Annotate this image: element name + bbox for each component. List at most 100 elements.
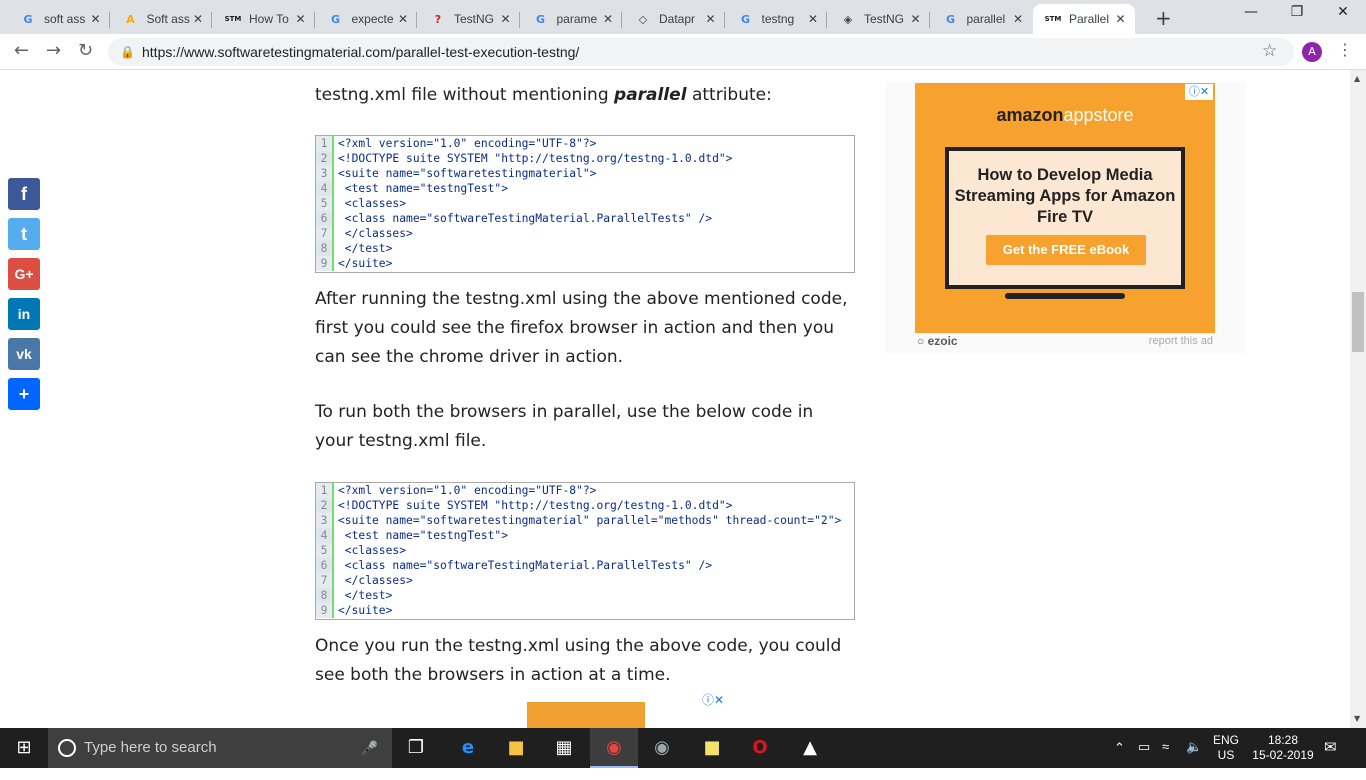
line-number: 7: [316, 226, 334, 241]
tab-favicon-icon: G: [535, 12, 546, 26]
code-text: </suite>: [338, 604, 393, 617]
scrollbar-thumb[interactable]: [1352, 292, 1364, 352]
address-bar[interactable]: 🔒 https://www.softwaretestingmaterial.co…: [108, 38, 1294, 66]
bookmark-star-icon[interactable]: ☆: [1262, 41, 1277, 61]
code-line: 8 </test>: [316, 588, 854, 603]
code-line: 5 <classes>: [316, 196, 854, 211]
back-icon[interactable]: ←: [14, 40, 29, 61]
restore-button[interactable]: ❐: [1274, 4, 1320, 30]
tray-chevron-icon[interactable]: ⌃: [1114, 740, 1125, 780]
bottom-ad-peek[interactable]: [527, 702, 645, 728]
browser-tab[interactable]: Gparame ✕: [521, 4, 622, 34]
browser-tab[interactable]: Gexpecte ✕: [316, 4, 417, 34]
paragraph-after-running: After running the testng.xml using the a…: [315, 289, 848, 367]
tab-close-icon[interactable]: ✕: [1010, 12, 1026, 26]
volume-icon[interactable]: 🔈: [1186, 739, 1202, 779]
photos-icon[interactable]: ▲: [786, 728, 834, 768]
browser-tab[interactable]: Gsoft ass ✕: [8, 4, 110, 34]
profile-avatar[interactable]: A: [1302, 42, 1322, 62]
browser-menu-icon[interactable]: ⋮: [1337, 40, 1353, 59]
tab-close-icon[interactable]: ✕: [908, 12, 924, 26]
browser-tab[interactable]: A Soft ass ✕: [111, 4, 212, 34]
microphone-icon[interactable]: 🎤: [361, 728, 378, 768]
browser-tab[interactable]: ◇ Datapr ✕: [623, 4, 725, 34]
close-window-button[interactable]: ✕: [1320, 4, 1366, 30]
eclipse-icon[interactable]: ◉: [638, 728, 686, 768]
language-indicator[interactable]: ENG US: [1212, 733, 1240, 773]
code-text: </suite>: [338, 257, 393, 270]
bottom-adchoices-icon[interactable]: ⓘ✕: [702, 691, 724, 708]
google-plus-share-icon[interactable]: G+: [8, 258, 40, 290]
ad-tv-screen: How to Develop Media Streaming Apps for …: [945, 147, 1185, 289]
tab-title: Datapr: [659, 12, 696, 26]
linkedin-share-icon[interactable]: in: [8, 298, 40, 330]
tab-favicon-icon: ?: [434, 12, 442, 26]
wifi-icon[interactable]: ≈: [1162, 739, 1169, 779]
code-line: 4 <test name="testngTest">: [316, 181, 854, 196]
search-placeholder: Type here to search: [84, 739, 217, 756]
twitter-share-icon[interactable]: t: [8, 218, 40, 250]
tab-separator: [826, 12, 827, 28]
tab-favicon-icon: G: [740, 12, 751, 26]
facebook-share-icon[interactable]: f: [8, 178, 40, 210]
battery-icon[interactable]: ▭: [1138, 739, 1150, 779]
tab-close-icon[interactable]: ✕: [88, 12, 104, 26]
line-number: 9: [316, 603, 334, 618]
tab-title: parallel: [966, 12, 1006, 26]
store-icon[interactable]: ▦: [540, 728, 588, 768]
vk-share-icon[interactable]: vk: [8, 338, 40, 370]
tab-close-icon[interactable]: ✕: [498, 12, 514, 26]
tab-close-icon[interactable]: ✕: [1113, 12, 1129, 26]
tab-close-icon[interactable]: ✕: [703, 12, 719, 26]
code-text: </classes>: [338, 227, 413, 240]
browser-tab[interactable]: ? TestNG ✕: [418, 4, 520, 34]
code-line: 6 <class name="softwareTestingMaterial.P…: [316, 211, 854, 226]
task-view-icon[interactable]: ❐: [392, 728, 440, 768]
taskbar-search-box[interactable]: Type here to search 🎤: [48, 728, 392, 768]
edge-icon[interactable]: e: [444, 728, 492, 768]
file-explorer-icon[interactable]: ■: [492, 728, 540, 768]
browser-tab[interactable]: Gtestng ✕: [726, 4, 827, 34]
clock[interactable]: 18:28 15-02-2019: [1248, 733, 1318, 773]
reload-icon[interactable]: ↻: [78, 40, 93, 61]
code-text: <classes>: [338, 544, 407, 557]
line-number: 3: [316, 166, 334, 181]
ad-banner[interactable]: amazonappstore How to Develop Media Stre…: [915, 83, 1215, 333]
tab-close-icon[interactable]: ✕: [293, 12, 309, 26]
tab-separator: [621, 12, 622, 28]
scroll-down-icon[interactable]: ▼: [1354, 714, 1360, 723]
browser-tab[interactable]: STM How To ✕: [213, 4, 315, 34]
ad-cta-button[interactable]: Get the FREE eBook: [986, 235, 1146, 265]
browser-tab[interactable]: ◈ TestNG ✕: [828, 4, 930, 34]
tab-title: expecte: [351, 12, 394, 26]
code-line: 3 <suite name="softwaretestingmaterial">: [316, 166, 854, 181]
scroll-up-icon[interactable]: ▲: [1354, 74, 1360, 83]
forward-icon[interactable]: →: [46, 40, 61, 61]
tab-close-icon[interactable]: ✕: [805, 12, 821, 26]
sticky-notes-icon[interactable]: ■: [688, 728, 736, 768]
advertisement[interactable]: amazonappstore How to Develop Media Stre…: [885, 82, 1245, 354]
line-number: 5: [316, 543, 334, 558]
new-tab-button[interactable]: +: [1155, 6, 1172, 30]
ezoic-logo[interactable]: ○ ezoic: [917, 334, 958, 348]
line-number: 8: [316, 241, 334, 256]
adchoices-icon[interactable]: ⓘ✕: [1185, 84, 1213, 100]
code-block-1[interactable]: 1 <?xml version="1.0" encoding="UTF-8"?> 2…: [315, 135, 855, 273]
tab-close-icon[interactable]: ✕: [600, 12, 616, 26]
code-block-2[interactable]: 1 <?xml version="1.0" encoding="UTF-8"?> 2…: [315, 482, 855, 620]
code-line: 6 <class name="softwareTestingMaterial.P…: [316, 558, 854, 573]
tab-title: Parallel: [1069, 12, 1110, 26]
minimize-button[interactable]: —: [1228, 4, 1274, 30]
opera-icon[interactable]: O: [736, 728, 784, 768]
tab-close-icon[interactable]: ✕: [190, 12, 206, 26]
chrome-icon[interactable]: ◉: [590, 728, 638, 768]
browser-tab[interactable]: Gparallel ✕: [931, 4, 1033, 34]
windows-start-icon[interactable]: ⊞: [0, 728, 48, 768]
report-ad-link[interactable]: report this ad: [1149, 335, 1213, 347]
vertical-scrollbar[interactable]: ▲ ▼: [1350, 70, 1366, 728]
action-center-icon[interactable]: ✉: [1324, 738, 1337, 778]
tab-close-icon[interactable]: ✕: [395, 12, 411, 26]
line-number: 4: [316, 181, 334, 196]
share-share-icon[interactable]: +: [8, 378, 40, 410]
browser-tab[interactable]: STM Parallel ✕: [1033, 4, 1135, 34]
